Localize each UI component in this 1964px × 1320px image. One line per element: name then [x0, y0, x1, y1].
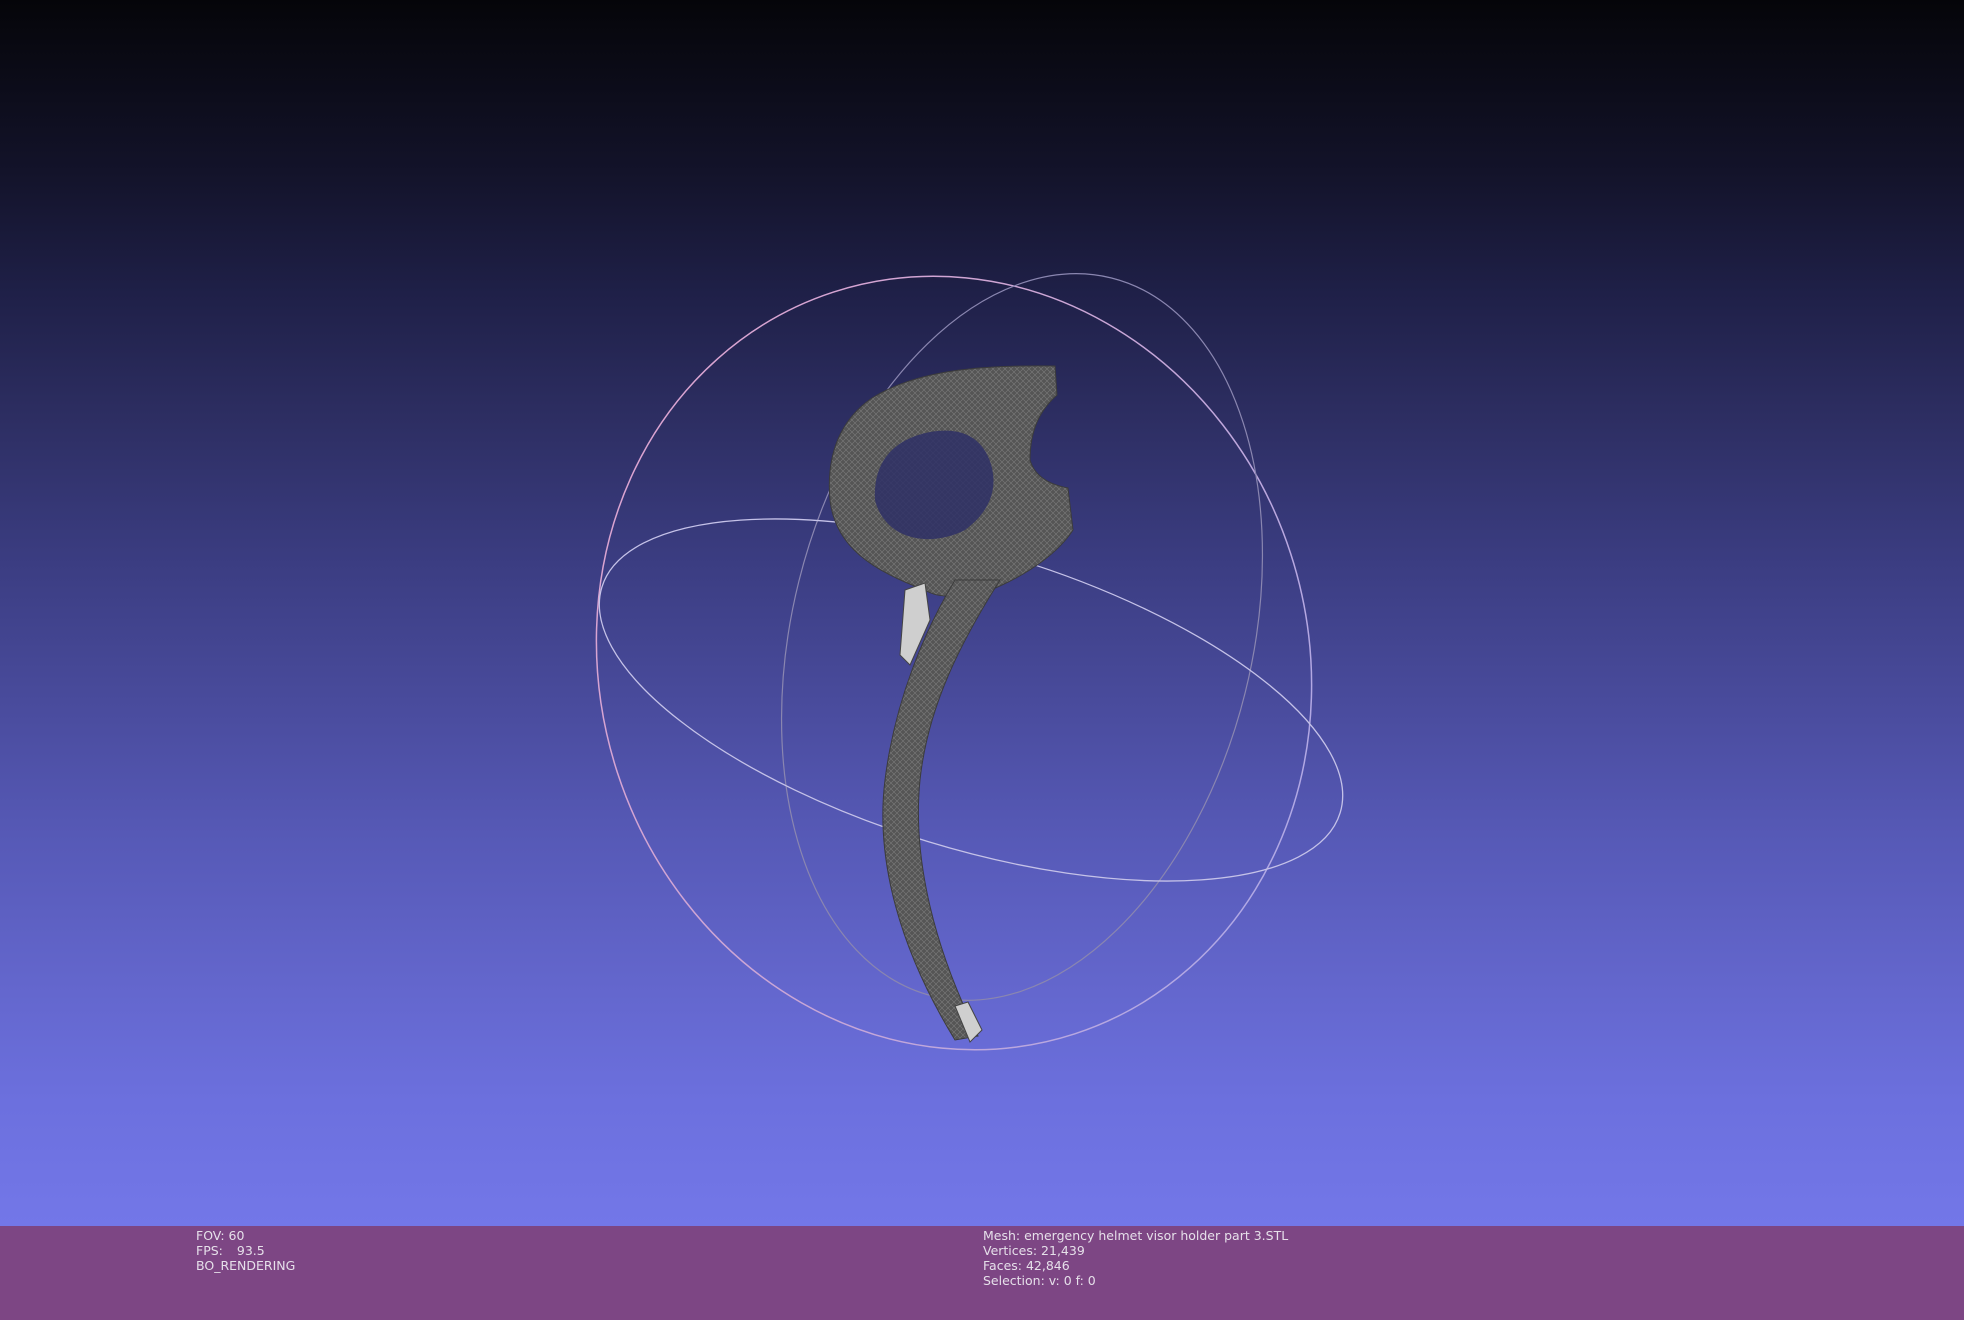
mesh-name: Mesh: emergency helmet visor holder part… — [983, 1228, 1289, 1243]
scene-canvas[interactable] — [0, 0, 1964, 1226]
render-info: FOV: 60 FPS: 93.5 BO_RENDERING — [196, 1228, 295, 1273]
info-bar: FOV: 60 FPS: 93.5 BO_RENDERING Mesh: emer… — [0, 1226, 1964, 1320]
render-mode: BO_RENDERING — [196, 1258, 296, 1273]
trackball-ring-vertical — [780, 273, 1264, 1001]
fov-readout: FOV: 60 — [196, 1228, 245, 1243]
fps-readout: FPS: 93.5 — [196, 1243, 295, 1258]
mesh-model[interactable] — [828, 365, 1074, 1043]
fps-value: 93.5 — [236, 1243, 265, 1258]
3d-viewport[interactable] — [0, 0, 1964, 1226]
fps-label: FPS: — [196, 1243, 223, 1258]
selection-info: Selection: v: 0 f: 0 — [983, 1273, 1096, 1288]
mesh-info: Mesh: emergency helmet visor holder part… — [983, 1228, 1288, 1288]
vertex-count: Vertices: 21,439 — [983, 1243, 1085, 1258]
face-count: Faces: 42,846 — [983, 1258, 1070, 1273]
